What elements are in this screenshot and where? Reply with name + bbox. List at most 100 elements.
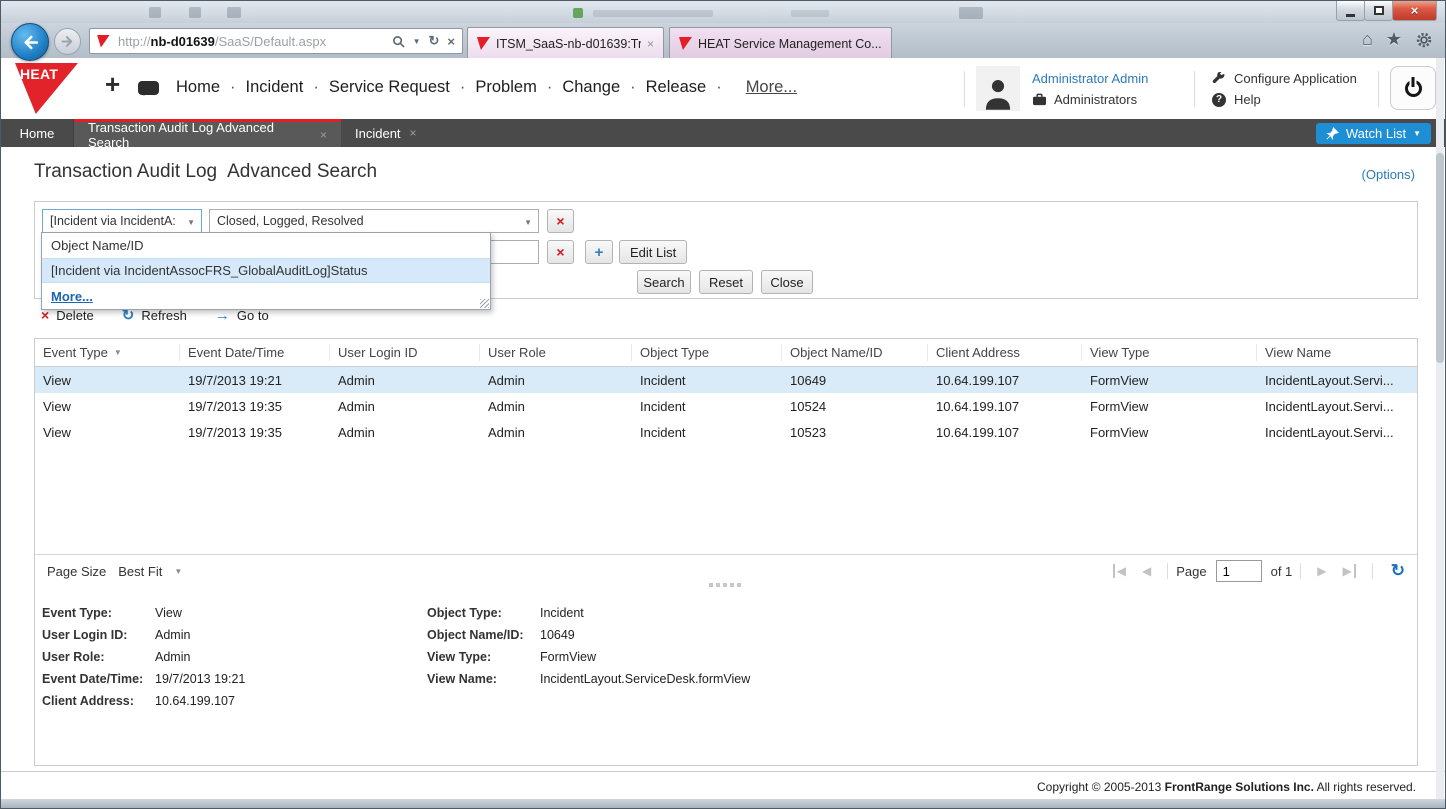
stop-page-icon[interactable]: ×: [447, 34, 455, 49]
detail-label: View Type:: [427, 650, 540, 664]
table-row[interactable]: View 19/7/2013 19:21 Admin Admin Inciden…: [35, 367, 1417, 393]
search-button[interactable]: Search: [637, 270, 691, 294]
cell-user-role: Admin: [480, 399, 632, 414]
dropdown-more-link[interactable]: More...: [42, 283, 490, 309]
column-header-view-name[interactable]: View Name: [1257, 344, 1417, 361]
nav-item-change[interactable]: Change: [562, 78, 620, 97]
header-divider: [1378, 71, 1379, 107]
cell-user-role: Admin: [480, 373, 632, 388]
help-label: Help: [1234, 92, 1261, 107]
next-page-icon[interactable]: ▶: [1317, 564, 1326, 578]
column-header-object-type[interactable]: Object Type: [632, 344, 782, 361]
detail-label: Client Address:: [42, 694, 155, 708]
cell-event-type: View: [35, 399, 180, 414]
help-link[interactable]: ? Help: [1212, 92, 1261, 107]
window-close-button[interactable]: ×: [1392, 1, 1437, 21]
options-link[interactable]: (Options): [1362, 167, 1415, 182]
user-role: Administrators: [1032, 92, 1137, 107]
column-header-event-date-time[interactable]: Event Date/Time: [180, 344, 330, 361]
configure-application-link[interactable]: Configure Application: [1212, 71, 1357, 86]
browser-back-button[interactable]: [11, 23, 49, 61]
detail-value: View: [155, 606, 182, 620]
criteria-field-select[interactable]: [Incident via IncidentA: ▼: [42, 209, 202, 233]
address-dropdown-icon[interactable]: ▼: [413, 37, 421, 46]
sort-desc-icon: ▼: [114, 348, 122, 357]
workspace-tab-transaction-audit-log[interactable]: Transaction Audit Log Advanced Search ×: [74, 119, 341, 147]
table-row[interactable]: View 19/7/2013 19:35 Admin Admin Inciden…: [35, 393, 1417, 419]
forward-arrow-icon: [60, 34, 75, 49]
workspace-tab-incident[interactable]: Incident ×: [341, 119, 431, 147]
column-header-object-name-id[interactable]: Object Name/ID: [782, 344, 928, 361]
window-minimize-button[interactable]: [1336, 1, 1365, 21]
details-right-column: Object Type:Incident Object Name/ID:1064…: [427, 602, 750, 690]
new-record-plus-icon[interactable]: +: [105, 69, 120, 100]
edit-list-button[interactable]: Edit List: [619, 240, 687, 264]
table-row[interactable]: View 19/7/2013 19:35 Admin Admin Inciden…: [35, 419, 1417, 445]
home-icon[interactable]: ⌂: [1362, 29, 1373, 50]
app-header: HEAT + Home · Incident · Service Request…: [1, 58, 1445, 119]
scrollbar-thumb[interactable]: [1436, 153, 1444, 363]
detail-label: User Role:: [42, 650, 155, 664]
browser-tab-heat[interactable]: HEAT Service Management Co...: [669, 27, 892, 59]
previous-page-icon[interactable]: ◀: [1142, 564, 1151, 578]
remove-criteria-button[interactable]: ×: [547, 209, 574, 233]
heat-favicon: [97, 35, 110, 48]
detail-value: 10.64.199.107: [155, 694, 235, 708]
chat-bubble-icon[interactable]: [138, 81, 159, 95]
cell-view-type: FormView: [1082, 425, 1257, 440]
vertical-scrollbar[interactable]: [1436, 58, 1444, 799]
nav-separator-dot: ·: [313, 78, 319, 97]
column-header-user-role[interactable]: User Role: [480, 344, 632, 361]
nav-item-problem[interactable]: Problem: [475, 78, 536, 97]
nav-item-more[interactable]: More...: [746, 78, 797, 97]
search-icon[interactable]: [392, 35, 405, 48]
user-avatar[interactable]: [976, 66, 1020, 111]
tab-close-icon[interactable]: ×: [320, 128, 327, 142]
nav-item-service-request[interactable]: Service Request: [329, 78, 450, 97]
chevron-down-icon[interactable]: ▼: [174, 567, 182, 576]
cell-object-type: Incident: [632, 399, 782, 414]
workspace-tab-home[interactable]: Home: [1, 119, 74, 147]
column-header-user-login-id[interactable]: User Login ID: [330, 344, 480, 361]
nav-item-incident[interactable]: Incident: [246, 78, 304, 97]
dropdown-resize-grip[interactable]: [480, 299, 489, 308]
address-bar[interactable]: http://nb-d01639/SaaS/Default.aspx ▼ ↻ ×: [89, 28, 463, 54]
tab-close-icon[interactable]: ×: [647, 37, 654, 51]
detail-label: View Name:: [427, 672, 540, 686]
grid-header-row: Event Type▼ Event Date/Time User Login I…: [35, 339, 1417, 367]
refresh-grid-icon[interactable]: ↻: [1391, 561, 1405, 581]
browser-tab-itsm[interactable]: ITSM_SaaS-nb-d01639:Tran... ×: [467, 27, 664, 59]
detail-label: User Login ID:: [42, 628, 155, 642]
browser-forward-button[interactable]: [54, 28, 81, 55]
add-criteria-button[interactable]: +: [585, 240, 613, 264]
nav-item-home[interactable]: Home: [176, 78, 220, 97]
first-page-icon[interactable]: ◀: [1113, 564, 1126, 578]
favorites-star-icon[interactable]: ★: [1386, 29, 1402, 50]
url-text[interactable]: http://nb-d01639/SaaS/Default.aspx: [118, 34, 392, 49]
page-size-select[interactable]: Best Fit: [118, 564, 162, 579]
refresh-page-icon[interactable]: ↻: [429, 33, 440, 49]
tab-close-icon[interactable]: ×: [410, 126, 417, 140]
column-header-event-type[interactable]: Event Type▼: [35, 344, 180, 361]
column-header-client-address[interactable]: Client Address: [928, 344, 1082, 361]
close-button[interactable]: Close: [761, 270, 813, 294]
reset-button[interactable]: Reset: [699, 270, 753, 294]
dropdown-option-object-name-id[interactable]: Object Name/ID: [42, 233, 490, 258]
delete-x-icon: ×: [556, 213, 564, 229]
watch-list-button[interactable]: Watch List ▼: [1316, 123, 1431, 144]
maximize-icon: [1374, 6, 1384, 15]
dropdown-option-incident-status[interactable]: [Incident via IncidentAssocFRS_GlobalAud…: [42, 258, 490, 283]
logout-button[interactable]: [1390, 66, 1436, 110]
criteria-value-select[interactable]: Closed, Logged, Resolved ▼: [209, 209, 539, 233]
last-page-icon[interactable]: ▶: [1343, 564, 1356, 578]
window-maximize-button[interactable]: [1364, 1, 1393, 21]
remove-criteria-button[interactable]: ×: [547, 240, 574, 264]
close-icon: ×: [1411, 3, 1419, 18]
nav-item-release[interactable]: Release: [646, 78, 707, 97]
detail-label: Object Name/ID:: [427, 628, 540, 642]
page-number-input[interactable]: [1216, 560, 1262, 582]
user-name-link[interactable]: Administrator Admin: [1032, 71, 1148, 86]
main-navigation: Home · Incident · Service Request · Prob…: [176, 78, 797, 97]
settings-gear-icon[interactable]: [1415, 31, 1433, 49]
column-header-view-type[interactable]: View Type: [1082, 344, 1257, 361]
